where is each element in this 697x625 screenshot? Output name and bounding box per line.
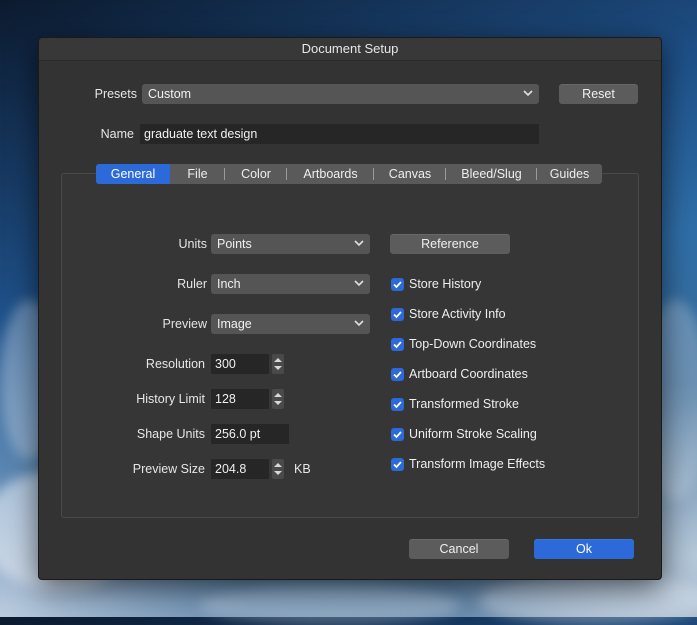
uniform-stroke-scaling-checkbox[interactable] bbox=[391, 428, 404, 441]
presets-select[interactable]: Custom bbox=[142, 84, 539, 104]
cancel-button[interactable]: Cancel bbox=[409, 539, 509, 559]
uniform-stroke-scaling-label: Uniform Stroke Scaling bbox=[409, 427, 537, 441]
arrow-down-icon bbox=[274, 366, 282, 370]
presets-value: Custom bbox=[148, 87, 192, 101]
dialog-title: Document Setup bbox=[39, 38, 661, 61]
history-limit-label: History Limit bbox=[136, 392, 205, 406]
tab-bleed-slug[interactable]: Bleed/Slug bbox=[446, 164, 537, 184]
checkmark-icon bbox=[393, 401, 402, 409]
checkmark-icon bbox=[393, 311, 402, 319]
reference-button[interactable]: Reference bbox=[390, 234, 510, 254]
ruler-select[interactable]: Inch bbox=[211, 274, 370, 294]
name-label: Name bbox=[100, 127, 134, 141]
transform-image-effects-label: Transform Image Effects bbox=[409, 457, 546, 471]
arrow-down-icon bbox=[274, 401, 282, 405]
chevron-down-icon bbox=[354, 280, 364, 287]
units-select[interactable]: Points bbox=[211, 234, 370, 254]
tab-general[interactable]: General bbox=[96, 164, 170, 184]
shape-units-label: Shape Units bbox=[136, 427, 205, 441]
tab-canvas[interactable]: Canvas bbox=[374, 164, 446, 184]
checkmark-icon bbox=[393, 461, 402, 469]
presets-label: Presets bbox=[94, 87, 137, 101]
preview-size-stepper[interactable] bbox=[272, 459, 284, 479]
chevron-down-icon bbox=[354, 240, 364, 247]
checkmark-icon bbox=[393, 281, 402, 289]
tab-artboards[interactable]: Artboards bbox=[287, 164, 374, 184]
chevron-down-icon bbox=[523, 90, 533, 97]
transformed-stroke-checkbox[interactable] bbox=[391, 398, 404, 411]
preview-value: Image bbox=[217, 317, 252, 331]
ruler-value: Inch bbox=[217, 277, 241, 291]
tab-bar: General File Color Artboards Canvas Blee… bbox=[96, 164, 602, 184]
reset-button[interactable]: Reset bbox=[559, 84, 638, 104]
store-history-checkbox[interactable] bbox=[391, 278, 404, 291]
store-history-label: Store History bbox=[409, 277, 482, 291]
top-down-coordinates-checkbox[interactable] bbox=[391, 338, 404, 351]
preview-size-unit: KB bbox=[294, 462, 311, 476]
preview-size-label: Preview Size bbox=[132, 462, 205, 476]
arrow-up-icon bbox=[274, 358, 282, 362]
resolution-label: Resolution bbox=[145, 357, 205, 371]
chevron-down-icon bbox=[354, 320, 364, 327]
ruler-label: Ruler bbox=[177, 277, 207, 291]
arrow-up-icon bbox=[274, 463, 282, 467]
preview-select[interactable]: Image bbox=[211, 314, 370, 334]
tab-file[interactable]: File bbox=[170, 164, 225, 184]
store-activity-info-checkbox[interactable] bbox=[391, 308, 404, 321]
units-value: Points bbox=[217, 237, 252, 251]
history-limit-stepper[interactable] bbox=[272, 389, 284, 409]
artboard-coordinates-checkbox[interactable] bbox=[391, 368, 404, 381]
transform-image-effects-checkbox[interactable] bbox=[391, 458, 404, 471]
checkmark-icon bbox=[393, 341, 402, 349]
top-down-coordinates-label: Top-Down Coordinates bbox=[409, 337, 537, 351]
tab-guides[interactable]: Guides bbox=[537, 164, 602, 184]
checkmark-icon bbox=[393, 371, 402, 379]
resolution-stepper[interactable] bbox=[272, 354, 284, 374]
document-setup-dialog: Document Setup Presets Custom Reset Name… bbox=[38, 37, 662, 580]
arrow-up-icon bbox=[274, 393, 282, 397]
tab-color[interactable]: Color bbox=[225, 164, 287, 184]
history-limit-input[interactable]: 128 bbox=[211, 389, 269, 409]
ok-button[interactable]: Ok bbox=[534, 539, 634, 559]
units-label: Units bbox=[178, 237, 207, 251]
shape-units-input[interactable]: 256.0 pt bbox=[211, 424, 289, 444]
name-input[interactable]: graduate text design bbox=[140, 124, 539, 144]
checkmark-icon bbox=[393, 431, 402, 439]
resolution-input[interactable]: 300 bbox=[211, 354, 269, 374]
artboard-coordinates-label: Artboard Coordinates bbox=[409, 367, 528, 381]
store-activity-info-label: Store Activity Info bbox=[409, 307, 506, 321]
transformed-stroke-label: Transformed Stroke bbox=[409, 397, 519, 411]
preview-label: Preview bbox=[162, 317, 207, 331]
arrow-down-icon bbox=[274, 471, 282, 475]
preview-size-input[interactable]: 204.8 bbox=[211, 459, 269, 479]
